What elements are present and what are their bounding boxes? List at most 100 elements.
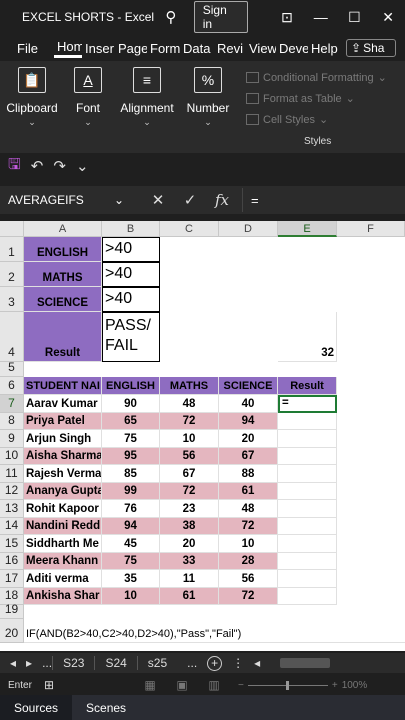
formula-input[interactable]: =: [242, 188, 405, 212]
criteria-subject-cell[interactable]: SCIENCE: [24, 287, 102, 312]
student-result-cell[interactable]: [278, 482, 337, 500]
student-result-cell[interactable]: [278, 447, 337, 465]
student-result-cell[interactable]: [278, 587, 337, 605]
zoom-out-icon[interactable]: −: [238, 680, 244, 691]
undo-icon[interactable]: ↶: [31, 157, 44, 175]
student-maths-cell[interactable]: 10: [160, 430, 219, 448]
student-name-cell[interactable]: Rohit Kapoor: [24, 500, 102, 518]
row-header-9[interactable]: 9: [0, 430, 24, 448]
student-english-cell[interactable]: 94: [102, 517, 160, 535]
options-icon[interactable]: ⋮: [232, 656, 244, 670]
student-name-cell[interactable]: Siddharth Me: [24, 535, 102, 553]
format-as-table-button[interactable]: Format as Table ⌄: [246, 88, 387, 109]
criteria-value-cell[interactable]: >40: [102, 237, 160, 262]
student-result-cell[interactable]: [278, 570, 337, 588]
student-maths-cell[interactable]: 48: [160, 395, 219, 413]
more-sheets-left[interactable]: ...: [42, 656, 52, 670]
zoom-control[interactable]: − + 100%: [238, 680, 367, 691]
criteria-subject-cell[interactable]: Result: [24, 312, 102, 362]
student-name-cell[interactable]: Meera Khann: [24, 552, 102, 570]
student-result-cell[interactable]: [278, 552, 337, 570]
normal-view-icon[interactable]: ▦: [134, 678, 166, 692]
tab-data[interactable]: Data: [180, 41, 214, 56]
student-result-cell[interactable]: [278, 412, 337, 430]
student-science-cell[interactable]: 40: [219, 395, 278, 413]
student-science-cell[interactable]: 28: [219, 552, 278, 570]
row-header-12[interactable]: 12: [0, 482, 24, 500]
sign-in-button[interactable]: Sign in: [193, 1, 249, 33]
student-english-cell[interactable]: 75: [102, 552, 160, 570]
scenes-tab[interactable]: Scenes: [72, 695, 140, 720]
conditional-formatting-button[interactable]: Conditional Formatting ⌄: [246, 67, 387, 88]
column-header-e[interactable]: E: [278, 221, 337, 237]
student-science-cell[interactable]: 94: [219, 412, 278, 430]
table-header-result[interactable]: Result: [278, 377, 337, 395]
add-sheet-icon[interactable]: +: [207, 655, 223, 671]
student-english-cell[interactable]: 76: [102, 500, 160, 518]
student-english-cell[interactable]: 45: [102, 535, 160, 553]
name-box[interactable]: AVERAGEIFS ⌄: [4, 188, 128, 212]
row-header-8[interactable]: 8: [0, 412, 24, 430]
cancel-icon[interactable]: ✕: [142, 191, 174, 209]
student-science-cell[interactable]: 88: [219, 465, 278, 483]
share-button[interactable]: ⇪ Sha: [346, 39, 396, 57]
scroll-right-icon[interactable]: ▸: [26, 656, 32, 670]
student-maths-cell[interactable]: 20: [160, 535, 219, 553]
student-science-cell[interactable]: 67: [219, 447, 278, 465]
student-science-cell[interactable]: 72: [219, 587, 278, 605]
student-name-cell[interactable]: Ananya Gupta: [24, 482, 102, 500]
horizontal-scrollbar[interactable]: [280, 658, 331, 668]
worksheet-grid[interactable]: A B C D E F 1 2 3 4 5 6 7 8 9 10 11 12 13 14 15 16 17 18 19 20 ENG…: [0, 221, 405, 651]
student-maths-cell[interactable]: 38: [160, 517, 219, 535]
result-count-cell[interactable]: 32: [278, 312, 337, 362]
row-header-16[interactable]: 16: [0, 552, 24, 570]
student-maths-cell[interactable]: 67: [160, 465, 219, 483]
page-break-view-icon[interactable]: ▥: [198, 678, 230, 692]
tab-file[interactable]: File: [14, 41, 54, 56]
row-header-1[interactable]: 1: [0, 237, 24, 262]
row-header-15[interactable]: 15: [0, 535, 24, 553]
student-maths-cell[interactable]: 23: [160, 500, 219, 518]
ribbon-display-icon[interactable]: ⊡: [270, 9, 304, 26]
row-header-5[interactable]: 5: [0, 360, 24, 377]
student-result-cell[interactable]: [278, 517, 337, 535]
table-header-name[interactable]: STUDENT NAI: [24, 377, 102, 395]
student-maths-cell[interactable]: 72: [160, 412, 219, 430]
cell-styles-button[interactable]: Cell Styles ⌄: [246, 109, 387, 130]
student-name-cell[interactable]: Aditi verma: [24, 570, 102, 588]
student-english-cell[interactable]: 90: [102, 395, 160, 413]
tab-page-layout[interactable]: Page: [115, 41, 147, 56]
student-name-cell[interactable]: Aarav Kumar: [24, 395, 102, 413]
student-name-cell[interactable]: Aisha Sharma: [24, 447, 102, 465]
sheet-tab-s23[interactable]: S23: [52, 656, 94, 670]
tab-review[interactable]: Revi: [214, 41, 246, 56]
sheet-tab-s24[interactable]: S24: [94, 656, 136, 670]
row-header-3[interactable]: 3: [0, 287, 24, 312]
formula-note-cell[interactable]: IF(AND(B2>40,C2>40,D2>40),"Pass","Fail"): [24, 619, 405, 643]
check-icon[interactable]: ✓: [174, 191, 206, 209]
zoom-level[interactable]: 100%: [342, 680, 368, 691]
student-maths-cell[interactable]: 61: [160, 587, 219, 605]
student-maths-cell[interactable]: 11: [160, 570, 219, 588]
search-icon[interactable]: ⚲: [156, 8, 186, 26]
clipboard-group[interactable]: 📋 Clipboard ⌄: [6, 67, 58, 128]
student-maths-cell[interactable]: 72: [160, 482, 219, 500]
student-name-cell[interactable]: Rajesh Verma: [24, 465, 102, 483]
tab-view[interactable]: View: [246, 41, 276, 56]
student-name-cell[interactable]: Nandini Redd: [24, 517, 102, 535]
student-science-cell[interactable]: 72: [219, 517, 278, 535]
column-header-f[interactable]: F: [337, 221, 405, 237]
select-all-corner[interactable]: [0, 221, 24, 237]
scroll-left-icon[interactable]: ◂: [10, 656, 16, 670]
student-science-cell[interactable]: 61: [219, 482, 278, 500]
table-header-english[interactable]: ENGLISH: [102, 377, 160, 395]
student-english-cell[interactable]: 85: [102, 465, 160, 483]
row-header-6[interactable]: 6: [0, 377, 24, 395]
redo-icon[interactable]: ↷: [53, 157, 66, 175]
column-header-b[interactable]: B: [102, 221, 160, 237]
student-science-cell[interactable]: 48: [219, 500, 278, 518]
table-header-maths[interactable]: MATHS: [160, 377, 219, 395]
student-result-cell[interactable]: =: [278, 395, 337, 413]
row-header-11[interactable]: 11: [0, 465, 24, 483]
more-sheets-right[interactable]: ...: [187, 656, 197, 670]
